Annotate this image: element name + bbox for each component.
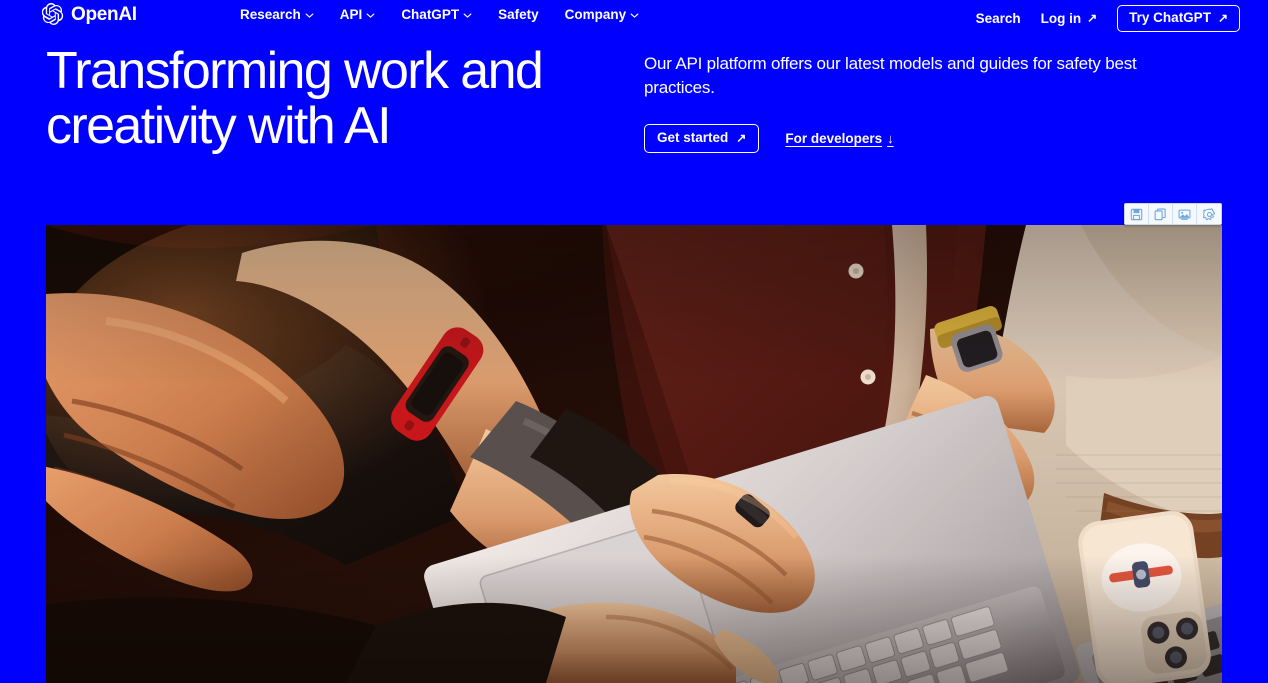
login-link[interactable]: Log in ↗: [1040, 10, 1098, 26]
nav-item-research[interactable]: Research: [240, 8, 314, 22]
chevron-down-icon: [366, 11, 375, 20]
openai-logo-icon: [41, 2, 64, 26]
nav-item-company[interactable]: Company: [565, 8, 640, 22]
try-chatgpt-label: Try ChatGPT: [1129, 10, 1211, 25]
try-chatgpt-button[interactable]: Try ChatGPT ↗: [1117, 5, 1240, 32]
arrow-up-right-icon: ↗: [1087, 11, 1098, 26]
hero-image: [46, 225, 1222, 683]
arrow-up-right-icon: ↗: [1217, 10, 1228, 25]
chevron-down-icon: [305, 11, 314, 20]
arrow-up-right-icon: ↗: [736, 130, 747, 145]
nav-item-safety[interactable]: Safety: [498, 8, 539, 22]
nav-item-label: Company: [564, 7, 627, 22]
get-started-button[interactable]: Get started ↗: [644, 124, 760, 153]
page-root: OpenAI Research API ChatGPT Safety Compa…: [0, 0, 1268, 683]
page-title: Transforming work and creativity with AI: [46, 42, 544, 155]
search-label: Search: [975, 10, 1021, 26]
brand-home-link[interactable]: OpenAI: [41, 2, 137, 26]
search-link[interactable]: Search: [975, 10, 1021, 26]
login-label: Log in: [1040, 10, 1082, 26]
image-toolbar: [1124, 203, 1222, 225]
nav-item-label: Research: [240, 7, 301, 22]
brand-name: OpenAI: [71, 3, 137, 25]
image-icon[interactable]: [1173, 204, 1197, 224]
save-icon[interactable]: [1125, 204, 1149, 224]
nav-item-label: ChatGPT: [401, 7, 460, 22]
chevron-down-icon: [630, 11, 639, 20]
copy-icon[interactable]: [1149, 204, 1173, 224]
hero-copy-column: Our API platform offers our latest model…: [644, 52, 1224, 153]
nav-item-label: API: [339, 7, 363, 22]
chevron-down-icon: [463, 11, 472, 20]
secondary-nav: Search Log in ↗ Try ChatGPT ↗: [976, 5, 1240, 32]
arrow-down-icon: ↓: [887, 130, 894, 146]
nav-item-api[interactable]: API: [340, 8, 376, 22]
get-started-label: Get started: [657, 130, 729, 145]
hero-subtitle: Our API platform offers our latest model…: [644, 54, 1137, 97]
gear-icon[interactable]: [1197, 204, 1221, 224]
site-header: OpenAI Research API ChatGPT Safety Compa…: [0, 0, 1268, 34]
hero-cta-group: Get started ↗ For developers ↓: [644, 124, 1224, 153]
primary-nav: Research API ChatGPT Safety Company: [240, 8, 639, 22]
nav-item-label: Safety: [498, 7, 539, 22]
for-developers-label: For developers: [785, 130, 883, 146]
nav-item-chatgpt[interactable]: ChatGPT: [401, 8, 472, 22]
for-developers-link[interactable]: For developers ↓: [785, 130, 894, 146]
